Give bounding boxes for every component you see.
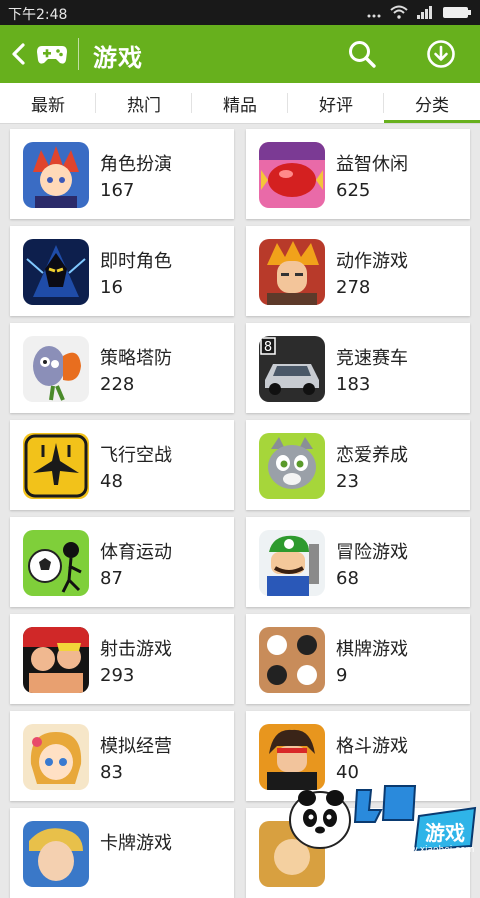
tab-latest[interactable]: 最新	[0, 83, 96, 123]
category-name: 卡牌游戏	[100, 833, 172, 854]
tab-label: 热门	[127, 95, 161, 116]
category-count: 87	[100, 568, 123, 589]
status-time: 下午2:48	[8, 7, 68, 23]
category-name: 射击游戏	[100, 639, 172, 660]
page-title: 游戏	[93, 44, 143, 72]
more-dots-icon	[367, 14, 381, 18]
back-arrow-icon[interactable]	[8, 40, 30, 68]
category-count: 16	[100, 277, 123, 298]
category-card[interactable]: 卡牌游戏	[10, 808, 234, 898]
status-bar: 下午2:48	[0, 0, 480, 25]
signal-icon	[417, 6, 432, 19]
category-count: 23	[336, 471, 359, 492]
category-card[interactable]: 恋爱养成 23	[246, 420, 470, 510]
appbar-divider	[78, 38, 79, 70]
category-name: 角色扮演	[100, 154, 172, 175]
board-game-icon	[259, 627, 325, 693]
category-count: 167	[100, 180, 135, 201]
battery-icon	[443, 7, 471, 18]
tab-label: 分类	[415, 95, 449, 116]
site-watermark-logo: 游戏 www.xiaohei.com	[289, 785, 477, 853]
category-name: 竞速赛车	[336, 348, 408, 369]
category-name: 体育运动	[100, 542, 172, 563]
tab-top-rated[interactable]: 好评	[288, 83, 384, 123]
rpg-hero-icon	[23, 142, 89, 208]
download-icon[interactable]	[426, 39, 456, 69]
tab-featured[interactable]: 精品	[192, 83, 288, 123]
category-count: 228	[100, 374, 135, 395]
category-count: 625	[336, 180, 371, 201]
category-count: 83	[100, 762, 123, 783]
svg-text:8: 8	[264, 340, 272, 355]
category-count: 68	[336, 568, 359, 589]
category-card[interactable]: 冒险游戏 68	[246, 517, 470, 607]
category-card[interactable]: 射击游戏 293	[10, 614, 234, 704]
gamepad-icon	[37, 46, 67, 64]
shooter-hero-icon	[23, 627, 89, 693]
card-hero-icon	[23, 821, 89, 887]
category-card[interactable]: 益智休闲 625	[246, 129, 470, 219]
category-name: 格斗游戏	[336, 736, 408, 757]
category-tabs: 最新 热门 精品 好评 分类	[0, 83, 480, 124]
armored-knight-icon	[23, 239, 89, 305]
fighter-jet-icon	[23, 433, 89, 499]
category-name: 恋爱养成	[336, 445, 408, 466]
category-name: 模拟经营	[100, 736, 172, 757]
plants-zombies-icon	[23, 336, 89, 402]
category-card[interactable]: 策略塔防 228	[10, 323, 234, 413]
category-count: 48	[100, 471, 123, 492]
category-card[interactable]: 即时角色 16	[10, 226, 234, 316]
category-card[interactable]: 棋牌游戏 9	[246, 614, 470, 704]
category-card[interactable]: 飞行空战 48	[10, 420, 234, 510]
action-hero-icon	[259, 239, 325, 305]
category-card[interactable]: 模拟经营 83	[10, 711, 234, 801]
search-icon[interactable]	[347, 39, 377, 69]
talking-cat-icon	[259, 433, 325, 499]
plumber-hero-icon	[259, 530, 325, 596]
category-name: 棋牌游戏	[336, 639, 408, 660]
watermark-text: 游戏	[425, 821, 465, 845]
app-bar: 游戏	[0, 25, 480, 83]
category-name: 冒险游戏	[336, 542, 408, 563]
category-count: 278	[336, 277, 371, 298]
category-grid: 角色扮演 167 益智休闲 625 即时角色 16 动作游戏 278 策略塔防 …	[0, 124, 480, 898]
category-count: 9	[336, 665, 348, 686]
sim-girl-icon	[23, 724, 89, 790]
category-count: 293	[100, 665, 135, 686]
candy-icon	[259, 142, 325, 208]
category-card[interactable]: 8 竞速赛车 183	[246, 323, 470, 413]
category-card[interactable]: 体育运动 87	[10, 517, 234, 607]
category-name: 飞行空战	[100, 445, 172, 466]
category-name: 动作游戏	[336, 251, 408, 272]
race-car-icon: 8	[259, 336, 325, 402]
tab-label: 好评	[319, 95, 353, 116]
tab-hot[interactable]: 热门	[96, 83, 192, 123]
category-name: 策略塔防	[100, 348, 172, 369]
tab-label: 精品	[223, 95, 257, 116]
wifi-icon	[390, 5, 408, 19]
category-card[interactable]: 角色扮演 167	[10, 129, 234, 219]
soccer-ball-icon	[23, 530, 89, 596]
active-tab-indicator	[384, 120, 480, 123]
category-card[interactable]: 动作游戏 278	[246, 226, 470, 316]
status-icons	[366, 5, 472, 19]
category-name: 即时角色	[100, 251, 172, 272]
tab-label: 最新	[31, 95, 65, 116]
category-count: 183	[336, 374, 371, 395]
tab-categories[interactable]: 分类	[384, 83, 480, 123]
category-name: 益智休闲	[336, 154, 408, 175]
watermark-site: www.xiaohei.com	[396, 845, 475, 853]
